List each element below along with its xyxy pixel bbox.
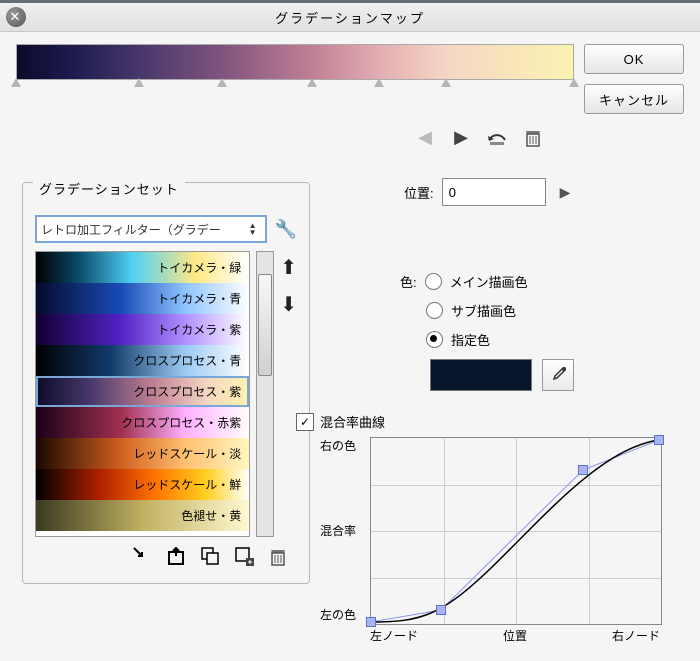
radio-sub[interactable] [426,302,443,319]
move-down-icon[interactable]: ⬇ [280,292,297,317]
gradient-marker[interactable] [307,78,317,87]
settings-icon[interactable]: 🔧 [275,219,297,240]
curve-node[interactable] [578,465,588,475]
reverse-icon[interactable] [486,126,508,148]
color-swatch[interactable] [430,359,532,391]
radio-main-label: メイン描画色 [450,272,528,291]
list-item-label: クロスプロセス・赤紫 [121,414,241,431]
eyedropper-button[interactable] [542,359,574,391]
color-label: 色: [400,272,417,291]
gradient-marker[interactable] [134,78,144,87]
list-item[interactable]: 色褪せ・黄 [36,500,249,531]
new-icon[interactable] [233,545,255,567]
list-item-label: レッドスケール・鮮 [133,476,241,493]
close-button[interactable]: ✕ [6,7,26,27]
ok-button[interactable]: OK [584,44,684,74]
export-icon[interactable] [165,545,187,567]
scrollbar-thumb[interactable] [258,274,272,376]
gradient-markers[interactable] [16,78,574,90]
duplicate-icon[interactable] [199,545,221,567]
position-label: 位置: [404,183,434,202]
list-item-label: クロスプロセス・紫 [133,383,241,400]
list-item[interactable]: クロスプロセス・赤紫 [36,407,249,438]
gradient-marker[interactable] [441,78,451,87]
delete-icon[interactable] [267,545,289,567]
x-label-left: 左ノード [370,627,418,644]
gradient-set-combo[interactable]: レトロ加工フィルター（グラデー ▲▼ [35,215,267,243]
gradient-marker[interactable] [569,78,579,87]
gradient-marker[interactable] [11,78,21,87]
list-item-label: 色褪せ・黄 [181,507,241,524]
list-item-label: トイカメラ・緑 [157,259,241,276]
list-item-label: トイカメラ・紫 [157,321,241,338]
radio-sub-label: サブ描画色 [451,301,516,320]
curve-plot[interactable] [370,437,662,625]
gradient-preview[interactable] [16,44,574,80]
gradient-marker[interactable] [374,78,384,87]
import-icon[interactable] [131,545,153,567]
title-bar: ✕ グラデーションマップ [0,3,700,32]
radio-main[interactable] [425,273,442,290]
y-label-bot: 左の色 [310,606,356,623]
list-item-label: クロスプロセス・青 [133,352,241,369]
list-item[interactable]: トイカメラ・青 [36,283,249,314]
gradient-marker[interactable] [217,78,227,87]
curve-label: 混合率曲線 [320,412,385,431]
cancel-button[interactable]: キャンセル [584,84,684,114]
next-icon[interactable]: ▶ [450,126,472,148]
prev-icon[interactable]: ◀ [414,126,436,148]
position-step-icon[interactable]: ▶ [560,184,571,201]
list-item-label: レッドスケール・淡 [133,445,241,462]
combo-spinner[interactable]: ▲▼ [249,222,261,236]
dialog-title: グラデーションマップ [275,8,425,27]
color-section: 色: メイン描画色 サブ描画色 指定色 [400,272,574,391]
list-item[interactable]: クロスプロセス・紫 [36,376,249,407]
curve-node[interactable] [366,617,376,627]
gradient-set-panel: グラデーションセット レトロ加工フィルター（グラデー ▲▼ 🔧 トイカメラ・緑ト… [22,182,310,584]
move-up-icon[interactable]: ⬆ [280,255,297,280]
x-label-mid: 位置 [503,627,527,644]
curve-section: ✓ 混合率曲線 右の色 混合率 左の色 [296,412,676,647]
position-input[interactable] [442,178,546,206]
combo-text: レトロ加工フィルター（グラデー [41,221,221,238]
list-item[interactable]: トイカメラ・紫 [36,314,249,345]
list-item[interactable]: レッドスケール・淡 [36,438,249,469]
gradient-list[interactable]: トイカメラ・緑トイカメラ・青トイカメラ・紫クロスプロセス・青クロスプロセス・紫ク… [35,251,250,537]
gradient-set-title: グラデーションセット [33,179,185,198]
radio-spec[interactable] [426,331,443,348]
curve-node[interactable] [654,435,664,445]
list-item-label: トイカメラ・青 [157,290,241,307]
list-item[interactable]: トイカメラ・緑 [36,252,249,283]
curve-node[interactable] [436,605,446,615]
y-label-mid: 混合率 [310,522,356,539]
x-label-right: 右ノード [612,627,660,644]
list-item[interactable]: クロスプロセス・青 [36,345,249,376]
curve-checkbox[interactable]: ✓ [296,413,314,431]
scrollbar[interactable] [256,251,274,537]
list-item[interactable]: レッドスケール・鮮 [36,469,249,500]
radio-spec-label: 指定色 [451,330,490,349]
trash-icon[interactable] [522,126,544,148]
y-label-top: 右の色 [310,437,356,454]
